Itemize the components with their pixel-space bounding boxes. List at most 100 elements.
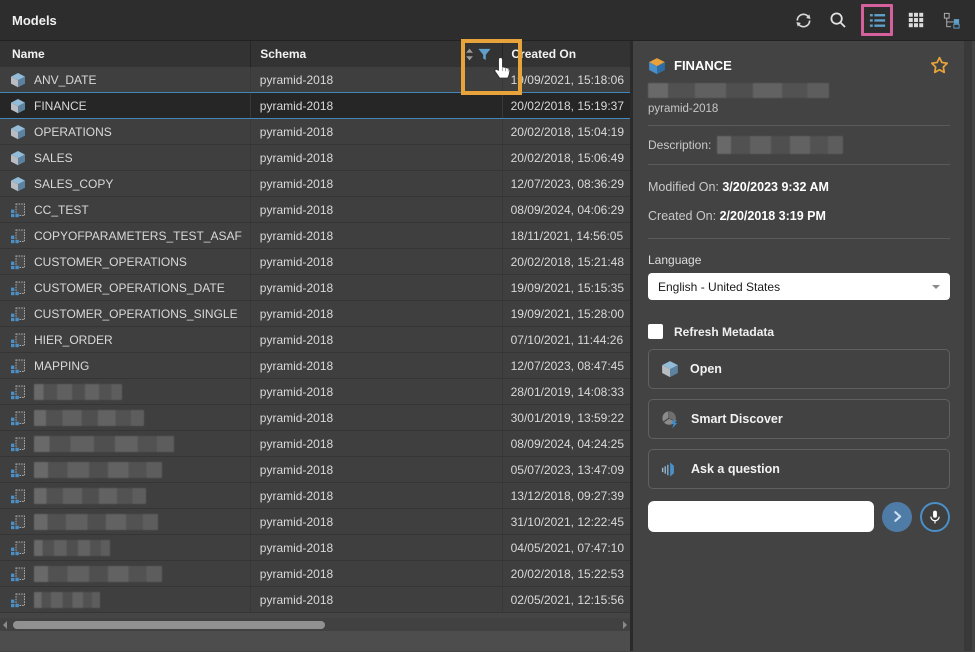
cube-icon bbox=[10, 72, 26, 88]
model-name: ANV_DATE bbox=[34, 73, 96, 87]
model-schema: pyramid-2018 bbox=[251, 405, 503, 430]
smart-discover-button[interactable]: Smart Discover bbox=[648, 399, 950, 439]
redacted-name bbox=[34, 488, 146, 504]
grid-view-icon[interactable] bbox=[904, 8, 928, 32]
table-row[interactable]: pyramid-2018 20/02/2018, 15:22:53 bbox=[0, 561, 630, 587]
refresh-icon[interactable] bbox=[791, 8, 815, 32]
column-header-schema[interactable]: Schema bbox=[251, 41, 503, 67]
datamodel-icon bbox=[10, 202, 26, 218]
ask-question-input[interactable] bbox=[648, 501, 874, 532]
table-row[interactable]: SALES_COPY pyramid-2018 12/07/2023, 08:3… bbox=[0, 171, 630, 197]
model-schema: pyramid-2018 bbox=[251, 93, 503, 118]
search-icon[interactable] bbox=[826, 8, 850, 32]
datamodel-icon bbox=[10, 540, 26, 556]
table-row[interactable]: FINANCE pyramid-2018 20/02/2018, 15:19:3… bbox=[0, 93, 630, 119]
table-row[interactable]: pyramid-2018 13/12/2018, 09:27:39 bbox=[0, 483, 630, 509]
scroll-left-icon[interactable] bbox=[3, 621, 7, 629]
model-name: COPYOFPARAMETERS_TEST_ASAF bbox=[34, 229, 242, 243]
model-schema: pyramid-2018 bbox=[251, 145, 503, 170]
datamodel-icon bbox=[10, 306, 26, 322]
horizontal-scrollbar[interactable] bbox=[0, 618, 630, 631]
model-schema: pyramid-2018 bbox=[251, 223, 503, 248]
language-label: Language bbox=[648, 253, 950, 267]
refresh-metadata-label: Refresh Metadata bbox=[674, 325, 774, 339]
table-row[interactable]: pyramid-2018 02/05/2021, 12:15:56 bbox=[0, 587, 630, 613]
redacted-name bbox=[34, 384, 122, 400]
datamodel-icon bbox=[10, 410, 26, 426]
datamodel-icon bbox=[10, 514, 26, 530]
table-row[interactable]: CUSTOMER_OPERATIONS_SINGLE pyramid-2018 … bbox=[0, 301, 630, 327]
redacted-name bbox=[34, 514, 158, 530]
table-header: Name Schema Created On bbox=[0, 41, 630, 67]
ask-question-button[interactable]: Ask a question bbox=[648, 449, 950, 489]
model-schema: pyramid-2018 bbox=[251, 197, 503, 222]
model-schema: pyramid-2018 bbox=[251, 301, 503, 326]
table-row[interactable]: MAPPING pyramid-2018 12/07/2023, 08:47:4… bbox=[0, 353, 630, 379]
table-row[interactable]: SALES pyramid-2018 20/02/2018, 15:06:49 bbox=[0, 145, 630, 171]
table-row[interactable]: CUSTOMER_OPERATIONS_DATE pyramid-2018 19… bbox=[0, 275, 630, 301]
model-name: SALES_COPY bbox=[34, 177, 113, 191]
open-button[interactable]: Open bbox=[648, 349, 950, 389]
datamodel-icon bbox=[10, 488, 26, 504]
table-row[interactable]: pyramid-2018 05/07/2023, 13:47:09 bbox=[0, 457, 630, 483]
model-created: 30/01/2019, 13:59:22 bbox=[503, 405, 630, 430]
model-created: 18/11/2021, 14:56:05 bbox=[503, 223, 630, 248]
model-name: SALES bbox=[34, 151, 73, 165]
table-row[interactable]: pyramid-2018 31/10/2021, 12:22:45 bbox=[0, 509, 630, 535]
model-created: 20/02/2018, 15:22:53 bbox=[503, 561, 630, 586]
scrollbar-thumb[interactable] bbox=[13, 621, 325, 629]
redacted-name bbox=[34, 436, 174, 452]
model-name: CUSTOMER_OPERATIONS_DATE bbox=[34, 281, 225, 295]
table-row[interactable]: HIER_ORDER pyramid-2018 07/10/2021, 11:4… bbox=[0, 327, 630, 353]
smart-discover-icon bbox=[661, 410, 680, 429]
scroll-right-icon[interactable] bbox=[623, 621, 627, 629]
datamodel-icon bbox=[10, 384, 26, 400]
model-detail-panel: FINANCE pyramid-2018 Description: Modifi… bbox=[633, 41, 972, 651]
table-row[interactable]: pyramid-2018 30/01/2019, 13:59:22 bbox=[0, 405, 630, 431]
redacted-name bbox=[34, 540, 110, 556]
cube-icon bbox=[10, 150, 26, 166]
table-row[interactable]: pyramid-2018 28/01/2019, 14:08:33 bbox=[0, 379, 630, 405]
panel-schema: pyramid-2018 bbox=[648, 103, 950, 115]
table-row[interactable]: pyramid-2018 08/09/2024, 04:24:25 bbox=[0, 431, 630, 457]
panel-model-title: FINANCE bbox=[674, 58, 921, 73]
chevron-right-icon bbox=[891, 510, 904, 523]
model-name: MAPPING bbox=[34, 359, 89, 373]
list-view-icon[interactable] bbox=[865, 8, 889, 32]
panel-scrollbar-track[interactable] bbox=[964, 41, 972, 651]
refresh-metadata-checkbox[interactable] bbox=[648, 324, 663, 339]
model-schema: pyramid-2018 bbox=[251, 587, 503, 612]
datamodel-icon bbox=[10, 566, 26, 582]
column-header-created[interactable]: Created On bbox=[503, 41, 630, 67]
model-schema: pyramid-2018 bbox=[251, 483, 503, 508]
microphone-icon bbox=[927, 509, 943, 525]
table-row[interactable]: OPERATIONS pyramid-2018 20/02/2018, 15:0… bbox=[0, 119, 630, 145]
sort-arrows-icon[interactable] bbox=[465, 47, 474, 62]
redacted-tags bbox=[648, 83, 829, 98]
column-header-name[interactable]: Name bbox=[0, 41, 251, 67]
table-row[interactable]: CUSTOMER_OPERATIONS pyramid-2018 20/02/2… bbox=[0, 249, 630, 275]
hierarchy-view-icon[interactable] bbox=[939, 8, 963, 32]
model-schema: pyramid-2018 bbox=[251, 353, 503, 378]
microphone-button[interactable] bbox=[920, 502, 950, 532]
model-created: 19/09/2021, 15:15:35 bbox=[503, 275, 630, 300]
model-created: 20/02/2018, 15:19:37 bbox=[503, 93, 630, 118]
send-button[interactable] bbox=[882, 502, 912, 532]
table-row[interactable]: COPYOFPARAMETERS_TEST_ASAF pyramid-2018 … bbox=[0, 223, 630, 249]
datamodel-icon bbox=[10, 332, 26, 348]
redacted-name bbox=[34, 566, 162, 582]
star-icon[interactable] bbox=[929, 55, 950, 76]
table-row[interactable]: pyramid-2018 04/05/2021, 07:47:10 bbox=[0, 535, 630, 561]
model-created: 05/07/2023, 13:47:09 bbox=[503, 457, 630, 482]
model-name: CUSTOMER_OPERATIONS bbox=[34, 255, 187, 269]
model-created: 12/07/2023, 08:36:29 bbox=[503, 171, 630, 196]
model-created: 08/09/2024, 04:24:25 bbox=[503, 431, 630, 456]
model-created: 28/01/2019, 14:08:33 bbox=[503, 379, 630, 404]
filter-funnel-icon[interactable] bbox=[477, 47, 492, 62]
language-selected-value: English - United States bbox=[658, 280, 932, 294]
language-dropdown[interactable]: English - United States bbox=[648, 273, 950, 300]
created-on-row: Created On: 2/20/2018 3:19 PM bbox=[648, 209, 950, 223]
chevron-down-icon bbox=[932, 285, 940, 293]
table-row[interactable]: CC_TEST pyramid-2018 08/09/2024, 04:06:2… bbox=[0, 197, 630, 223]
table-row[interactable]: ANV_DATE pyramid-2018 19/09/2021, 15:18:… bbox=[0, 67, 630, 93]
